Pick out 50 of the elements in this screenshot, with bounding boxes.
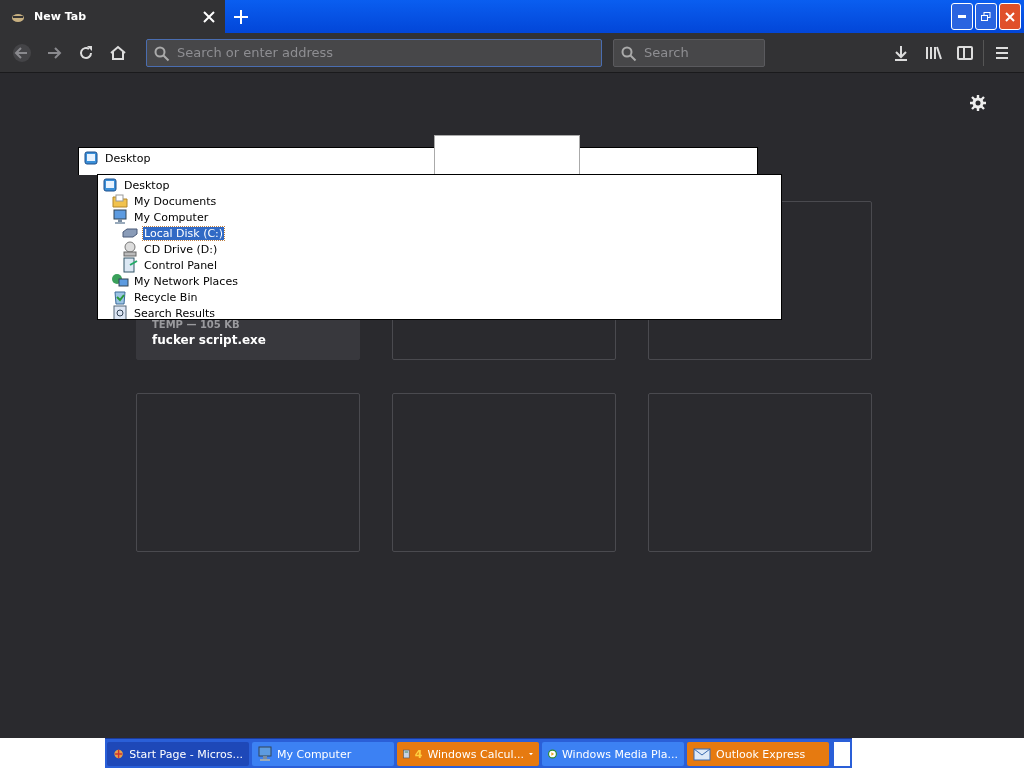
- desktop-icon: [84, 151, 98, 165]
- tree-item[interactable]: Desktop: [104, 151, 152, 165]
- network-icon: [111, 273, 129, 289]
- calculator-icon: [403, 746, 410, 762]
- tree-item[interactable]: My Network Places: [133, 274, 239, 288]
- media-icon: [548, 746, 557, 762]
- tile-title: fucker script.exe: [152, 333, 267, 347]
- close-icon[interactable]: [203, 10, 215, 23]
- new-tab-icon[interactable]: [234, 9, 248, 24]
- browser-icon: [113, 747, 125, 761]
- tree-item[interactable]: Search Results: [133, 306, 216, 319]
- computer-icon: [258, 746, 272, 762]
- sidebar-icon[interactable]: [956, 43, 974, 62]
- computer-icon: [113, 209, 127, 225]
- caret-icon[interactable]: [529, 752, 533, 756]
- tree-item[interactable]: Local Disk (C:): [143, 226, 225, 240]
- tree-item[interactable]: CD Drive (D:): [143, 242, 219, 256]
- search-icon: [154, 45, 170, 62]
- mail-icon: [693, 746, 711, 762]
- minimize-button[interactable]: [951, 3, 973, 30]
- taskbar-button[interactable]: Start Page - Micros...: [107, 742, 249, 766]
- tree-item[interactable]: Control Panel: [143, 258, 218, 272]
- desktop-icon: [103, 178, 117, 192]
- panel-icon: [122, 257, 138, 273]
- search-icon: [621, 45, 637, 62]
- address-field[interactable]: Search or enter address: [146, 38, 602, 67]
- home-icon[interactable]: [109, 43, 127, 62]
- restore-icon: [981, 11, 991, 22]
- tree-item[interactable]: Recycle Bin: [133, 290, 199, 304]
- tree-item[interactable]: Desktop: [123, 178, 171, 192]
- folder-icon: [112, 194, 128, 208]
- close-icon: [1005, 11, 1015, 22]
- bin-icon: [112, 289, 128, 305]
- minimize-icon: [958, 15, 966, 18]
- search-icon: [113, 305, 127, 319]
- close-button[interactable]: [999, 3, 1021, 30]
- tile-label: TEMP — 105 KB: [152, 319, 241, 331]
- back-icon[interactable]: [13, 43, 31, 62]
- tree-item[interactable]: My Computer: [133, 210, 210, 224]
- search-field[interactable]: Search: [613, 38, 765, 67]
- reload-icon[interactable]: [77, 43, 95, 62]
- taskbar-button[interactable]: Windows Media Pla...: [542, 742, 684, 766]
- taskbar-button[interactable]: My Computer: [252, 742, 394, 766]
- settings-icon[interactable]: [970, 95, 986, 111]
- download-icon[interactable]: [892, 43, 910, 62]
- tree-item[interactable]: My Documents: [133, 194, 218, 208]
- browser-tab[interactable]: New Tab: [0, 0, 225, 33]
- cd-icon: [122, 241, 138, 257]
- tab-title: New Tab: [34, 10, 88, 23]
- restore-button[interactable]: [975, 3, 997, 30]
